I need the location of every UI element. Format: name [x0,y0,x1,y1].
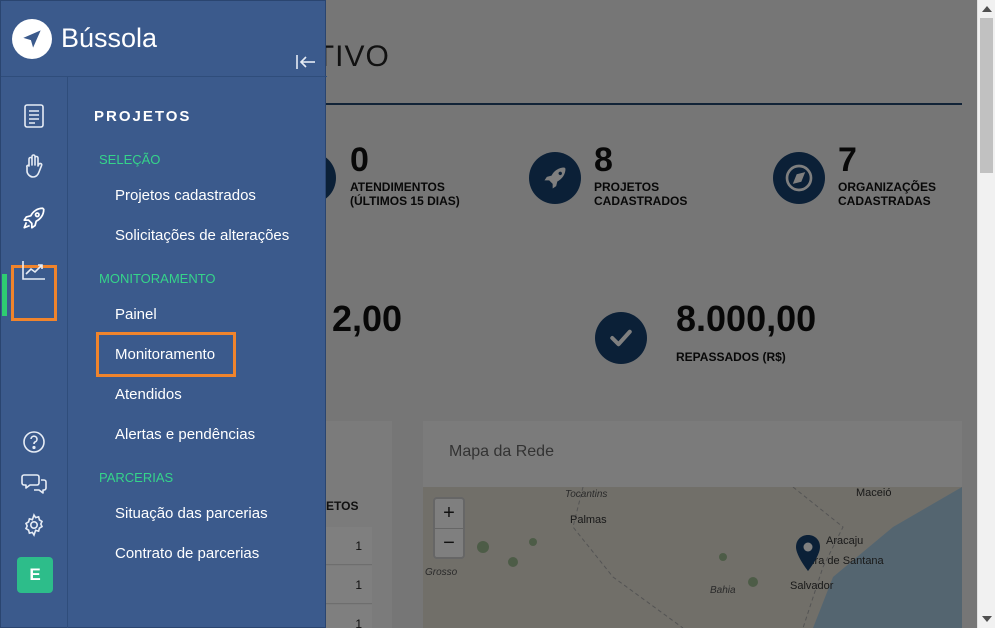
chart-icon[interactable] [19,255,49,285]
stat-projects-value: 8 [594,141,613,179]
rocket-icon[interactable] [19,203,49,233]
sidebar-header: Bússola [1,1,327,77]
scroll-thumb[interactable] [980,18,993,173]
network-map[interactable]: + − Tocantins Palmas Maceió Aracaju eira… [423,487,962,628]
scroll-down-arrow-icon[interactable] [982,616,992,622]
map-title: Mapa da Rede [449,443,554,460]
check-stat-icon [595,312,647,364]
gear-icon[interactable] [19,510,49,540]
map-label-aracaju: Aracaju [826,535,864,547]
map-label-salvador: Salvador [790,580,834,592]
stat-projects-label: PROJETOS CADASTRADOS [594,180,688,208]
amount-value: 8.000,00 [676,298,817,339]
map-label-bahia: Bahia [710,585,736,596]
hand-icon[interactable] [19,151,49,181]
map-label-palmas: Palmas [570,514,607,526]
zoom-in-button[interactable]: + [435,499,463,528]
collapse-sidebar-icon[interactable] [295,53,317,71]
map-zoom-control: + − [433,497,465,559]
compass-stat-icon [773,152,825,204]
table-cell: 1 [326,527,372,565]
scroll-up-arrow-icon[interactable] [982,6,992,12]
amount-partial-value: 2,00 [332,298,403,339]
help-icon[interactable] [19,427,49,457]
menu-item-atendidos[interactable]: Atendidos [115,386,182,403]
menu-item-painel[interactable]: Painel [115,306,157,323]
stat-orgs-label: ORGANIZAÇÕES CADASTRADAS [838,180,937,208]
table-cell: 1 [326,566,372,604]
section-monitoramento: MONITORAMENTO [99,271,216,286]
brand-name: Bússola [61,23,158,53]
table-cell: 1 [326,605,372,628]
menu-item-projetos-cadastrados[interactable]: Projetos cadastrados [115,187,256,204]
stat-attendance-value: 0 [350,141,369,179]
document-icon[interactable] [19,101,49,131]
menu-title: PROJETOS [94,108,192,125]
compass-logo-icon [12,19,52,59]
page-scrollbar[interactable] [977,0,995,628]
icon-rail: E [1,77,68,628]
map-label-grosso: Grosso [425,567,458,578]
section-parcerias: PARCERIAS [99,470,174,485]
stat-orgs-value: 7 [838,141,857,179]
map-label-tocantins: Tocantins [565,489,608,500]
zoom-out-button[interactable]: − [435,528,463,557]
menu-item-monitoramento[interactable]: Monitoramento [115,346,215,363]
menu-item-contrato-parcerias[interactable]: Contrato de parcerias [115,545,259,562]
stat-attendance-label: ATENDIMENTOS (ÚLTIMOS 15 DIAS) [350,180,460,208]
sidebar: Bússola E PROJETOS SELEÇÃO Projetos cada… [0,0,327,628]
menu-item-alertas[interactable]: Alertas e pendências [115,426,255,443]
map-label-maceio: Maceió [856,487,892,499]
chat-icon[interactable] [19,468,49,498]
user-avatar[interactable]: E [17,557,53,593]
active-indicator [2,274,7,316]
table-header: ETOS [326,499,359,513]
menu-item-situacao-parcerias[interactable]: Situação das parcerias [115,505,268,522]
amount-label: REPASSADOS (R$) [676,350,786,364]
menu-item-solicitacoes[interactable]: Solicitações de alterações [115,227,289,244]
section-selecao: SELEÇÃO [99,152,161,167]
map-pin-icon[interactable] [795,534,821,572]
rocket-stat-icon [529,152,581,204]
